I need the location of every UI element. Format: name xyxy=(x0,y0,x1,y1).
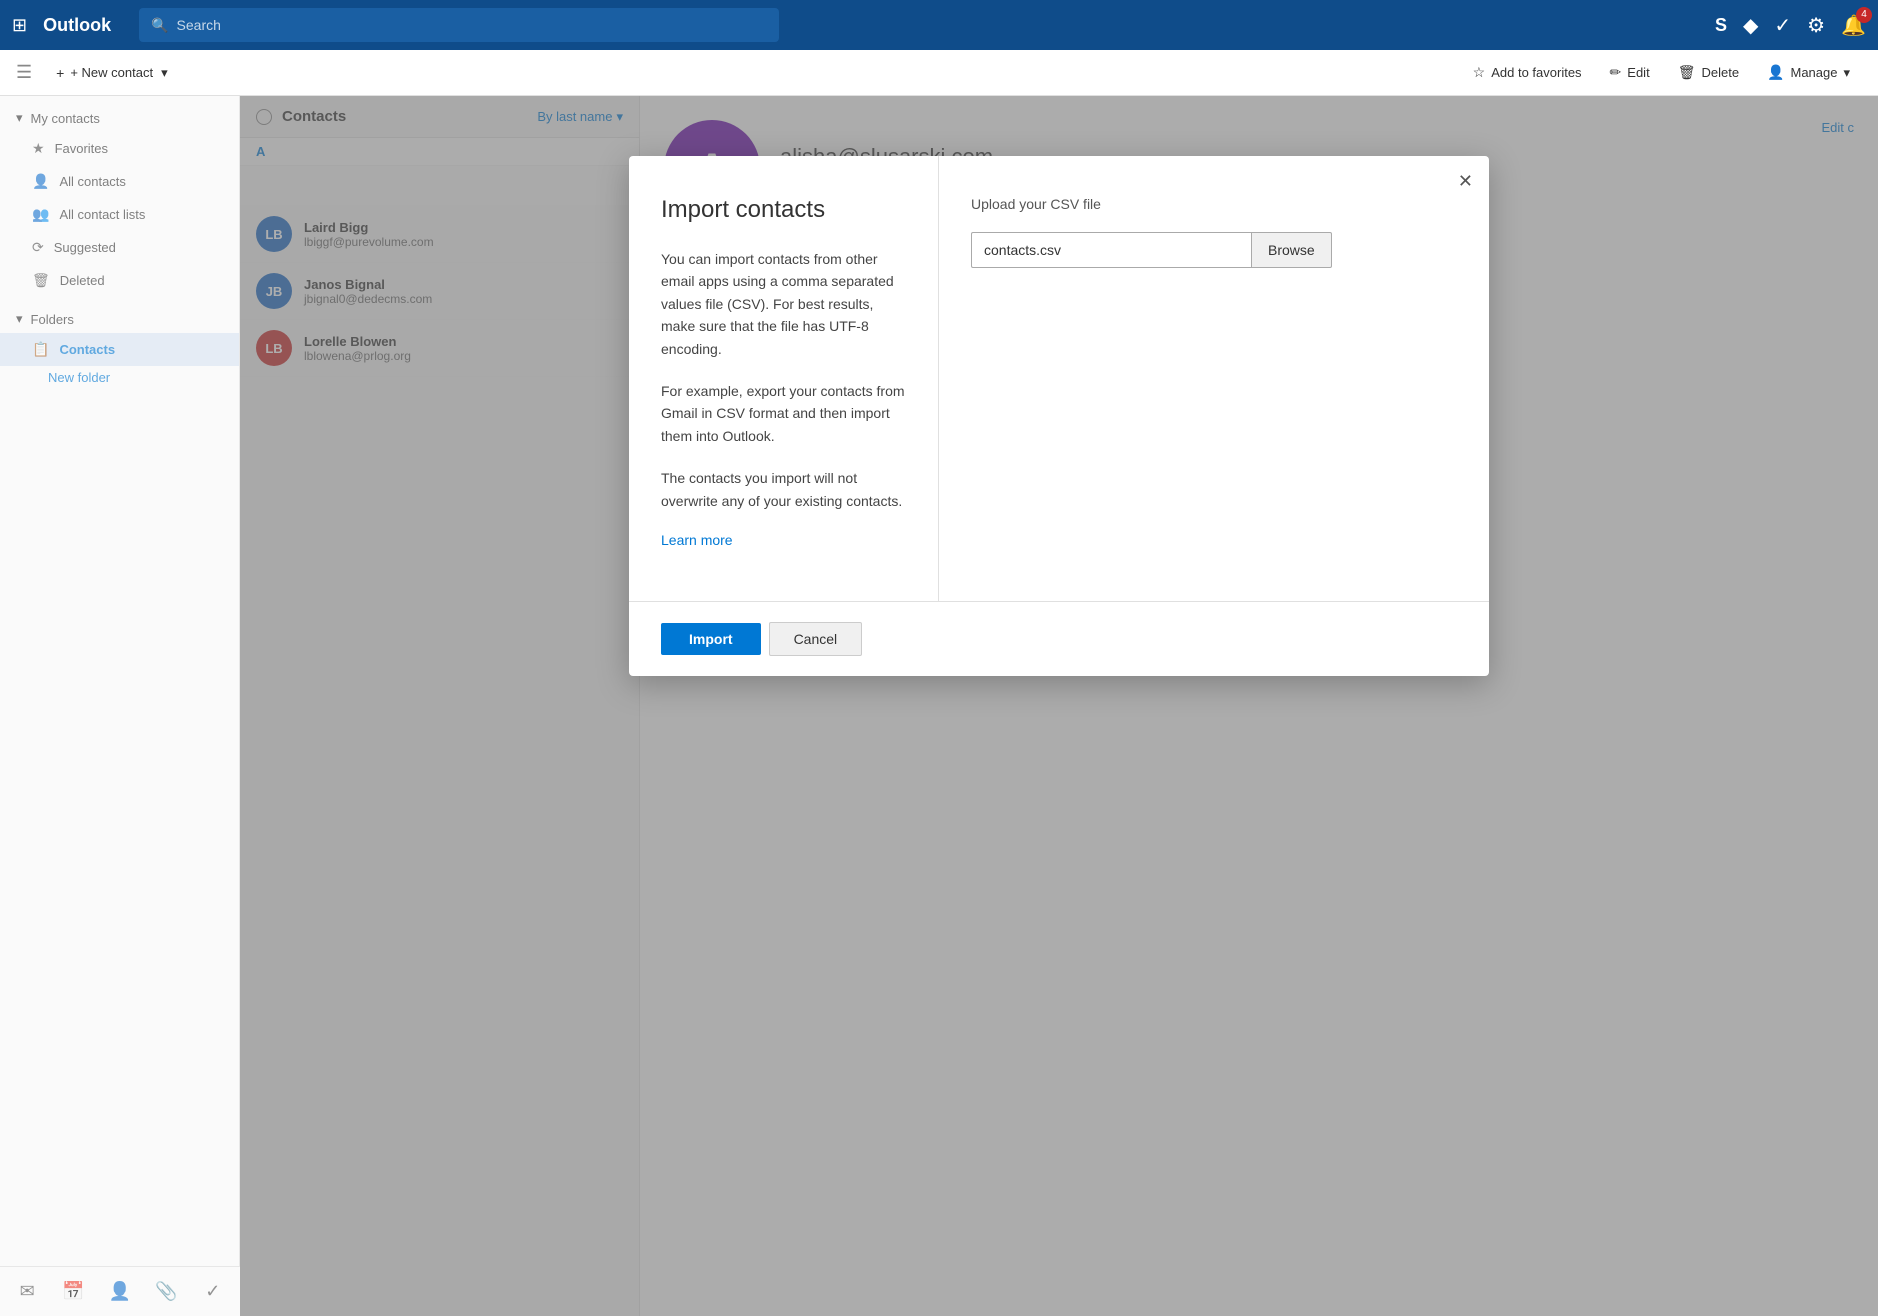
attachment-icon: 📎 xyxy=(155,1281,177,1302)
manage-icon: 👤 xyxy=(1767,64,1784,81)
plus-icon: + xyxy=(56,65,64,81)
trash-icon: 🗑 xyxy=(1678,64,1696,81)
sidebar-item-all-contacts[interactable]: 👤 All contacts xyxy=(0,165,239,198)
modal-body: Import contacts You can import contacts … xyxy=(629,156,1489,601)
waffle-icon[interactable]: ⊞ xyxy=(12,15,27,36)
modal-footer: Import Cancel xyxy=(629,601,1489,676)
import-contacts-modal: ✕ Import contacts You can import contact… xyxy=(629,156,1489,676)
star-icon: ★ xyxy=(32,140,45,157)
modal-desc-3: The contacts you import will not overwri… xyxy=(661,467,906,512)
csv-file-input[interactable] xyxy=(971,232,1251,268)
manage-chevron-icon: ▾ xyxy=(1843,65,1850,81)
trash-icon: 🗑 xyxy=(32,272,50,289)
sidebar-folders[interactable]: ▾ Folders xyxy=(0,305,239,333)
modal-right-panel: Upload your CSV file Browse xyxy=(939,156,1489,601)
upload-label: Upload your CSV file xyxy=(971,196,1457,212)
nav-people-button[interactable]: 👤 xyxy=(101,1274,139,1310)
modal-left-panel: Import contacts You can import contacts … xyxy=(629,156,939,601)
modal-desc-1: You can import contacts from other email… xyxy=(661,248,906,360)
chevron-down-icon: ▾ xyxy=(16,110,23,126)
main-layout: ▾ My contacts ★ Favorites 👤 All contacts… xyxy=(0,96,1878,1316)
people-icon: 👥 xyxy=(32,206,49,223)
notification-bell[interactable]: 🔔 4 xyxy=(1841,13,1866,38)
contacts-icon: 📋 xyxy=(32,341,49,358)
topbar-right: S ◆ ✓ ⚙ 🔔 4 xyxy=(1715,13,1866,38)
modal-close-button[interactable]: ✕ xyxy=(1458,172,1473,190)
nav-calendar-button[interactable]: 📅 xyxy=(54,1274,92,1310)
suggested-icon: ⟳ xyxy=(32,239,44,256)
modal-overlay: ✕ Import contacts You can import contact… xyxy=(240,96,1878,1316)
sidebar-item-all-contact-lists[interactable]: 👥 All contact lists xyxy=(0,198,239,231)
notification-badge: 4 xyxy=(1856,7,1872,23)
edit-button[interactable]: ✏ Edit xyxy=(1598,58,1662,87)
import-button[interactable]: Import xyxy=(661,623,761,655)
star-icon: ☆ xyxy=(1473,64,1486,81)
learn-more-link[interactable]: Learn more xyxy=(661,532,733,548)
settings-icon[interactable]: ⚙ xyxy=(1807,13,1825,38)
chevron-down-icon: ▾ xyxy=(16,311,23,327)
app-title: Outlook xyxy=(43,15,111,36)
sidebar-my-contacts[interactable]: ▾ My contacts xyxy=(0,104,239,132)
sidebar-item-contacts[interactable]: 📋 Contacts xyxy=(0,333,239,366)
check-icon[interactable]: ✓ xyxy=(1774,13,1791,38)
cancel-button[interactable]: Cancel xyxy=(769,622,863,656)
tasks-icon: ✓ xyxy=(205,1281,220,1302)
delete-button[interactable]: 🗑 Delete xyxy=(1666,58,1751,87)
calendar-icon: 📅 xyxy=(62,1281,84,1302)
sidebar: ▾ My contacts ★ Favorites 👤 All contacts… xyxy=(0,96,240,1316)
browse-button[interactable]: Browse xyxy=(1251,232,1332,268)
topbar: ⊞ Outlook 🔍 S ◆ ✓ ⚙ 🔔 4 xyxy=(0,0,1878,50)
sidebar-item-favorites[interactable]: ★ Favorites xyxy=(0,132,239,165)
modal-title: Import contacts xyxy=(661,196,906,224)
skype-icon[interactable]: S xyxy=(1715,15,1727,36)
diamond-icon[interactable]: ◆ xyxy=(1743,13,1758,38)
sidebar-item-deleted[interactable]: 🗑 Deleted xyxy=(0,264,239,297)
edit-icon: ✏ xyxy=(1610,64,1622,81)
new-contact-button[interactable]: + + New contact ▾ xyxy=(44,59,179,87)
person-icon: 👤 xyxy=(32,173,49,190)
nav-tasks-button[interactable]: ✓ xyxy=(194,1274,232,1310)
dropdown-chevron-icon: ▾ xyxy=(161,65,168,81)
content-area: Contacts By last name ▾ A LB Laird Bigg … xyxy=(240,96,1878,1316)
sidebar-new-folder[interactable]: New folder xyxy=(0,366,239,389)
subtoolbar: ☰ + + New contact ▾ ☆ Add to favorites ✏… xyxy=(0,50,1878,96)
sidebar-item-suggested[interactable]: ⟳ Suggested xyxy=(0,231,239,264)
mail-icon: ✉ xyxy=(20,1281,35,1302)
bottom-nav: ✉ 📅 👤 📎 ✓ xyxy=(0,1266,240,1316)
file-input-row: Browse xyxy=(971,232,1457,268)
manage-button[interactable]: 👤 Manage ▾ xyxy=(1755,58,1862,87)
hamburger-icon[interactable]: ☰ xyxy=(16,62,32,83)
nav-attachment-button[interactable]: 📎 xyxy=(147,1274,185,1310)
nav-mail-button[interactable]: ✉ xyxy=(8,1274,46,1310)
search-bar[interactable]: 🔍 xyxy=(139,8,779,42)
search-icon: 🔍 xyxy=(151,17,168,34)
add-to-favorites-button[interactable]: ☆ Add to favorites xyxy=(1461,58,1594,87)
modal-desc-2: For example, export your contacts from G… xyxy=(661,380,906,447)
search-input[interactable] xyxy=(177,17,768,33)
people-icon: 👤 xyxy=(109,1281,131,1302)
